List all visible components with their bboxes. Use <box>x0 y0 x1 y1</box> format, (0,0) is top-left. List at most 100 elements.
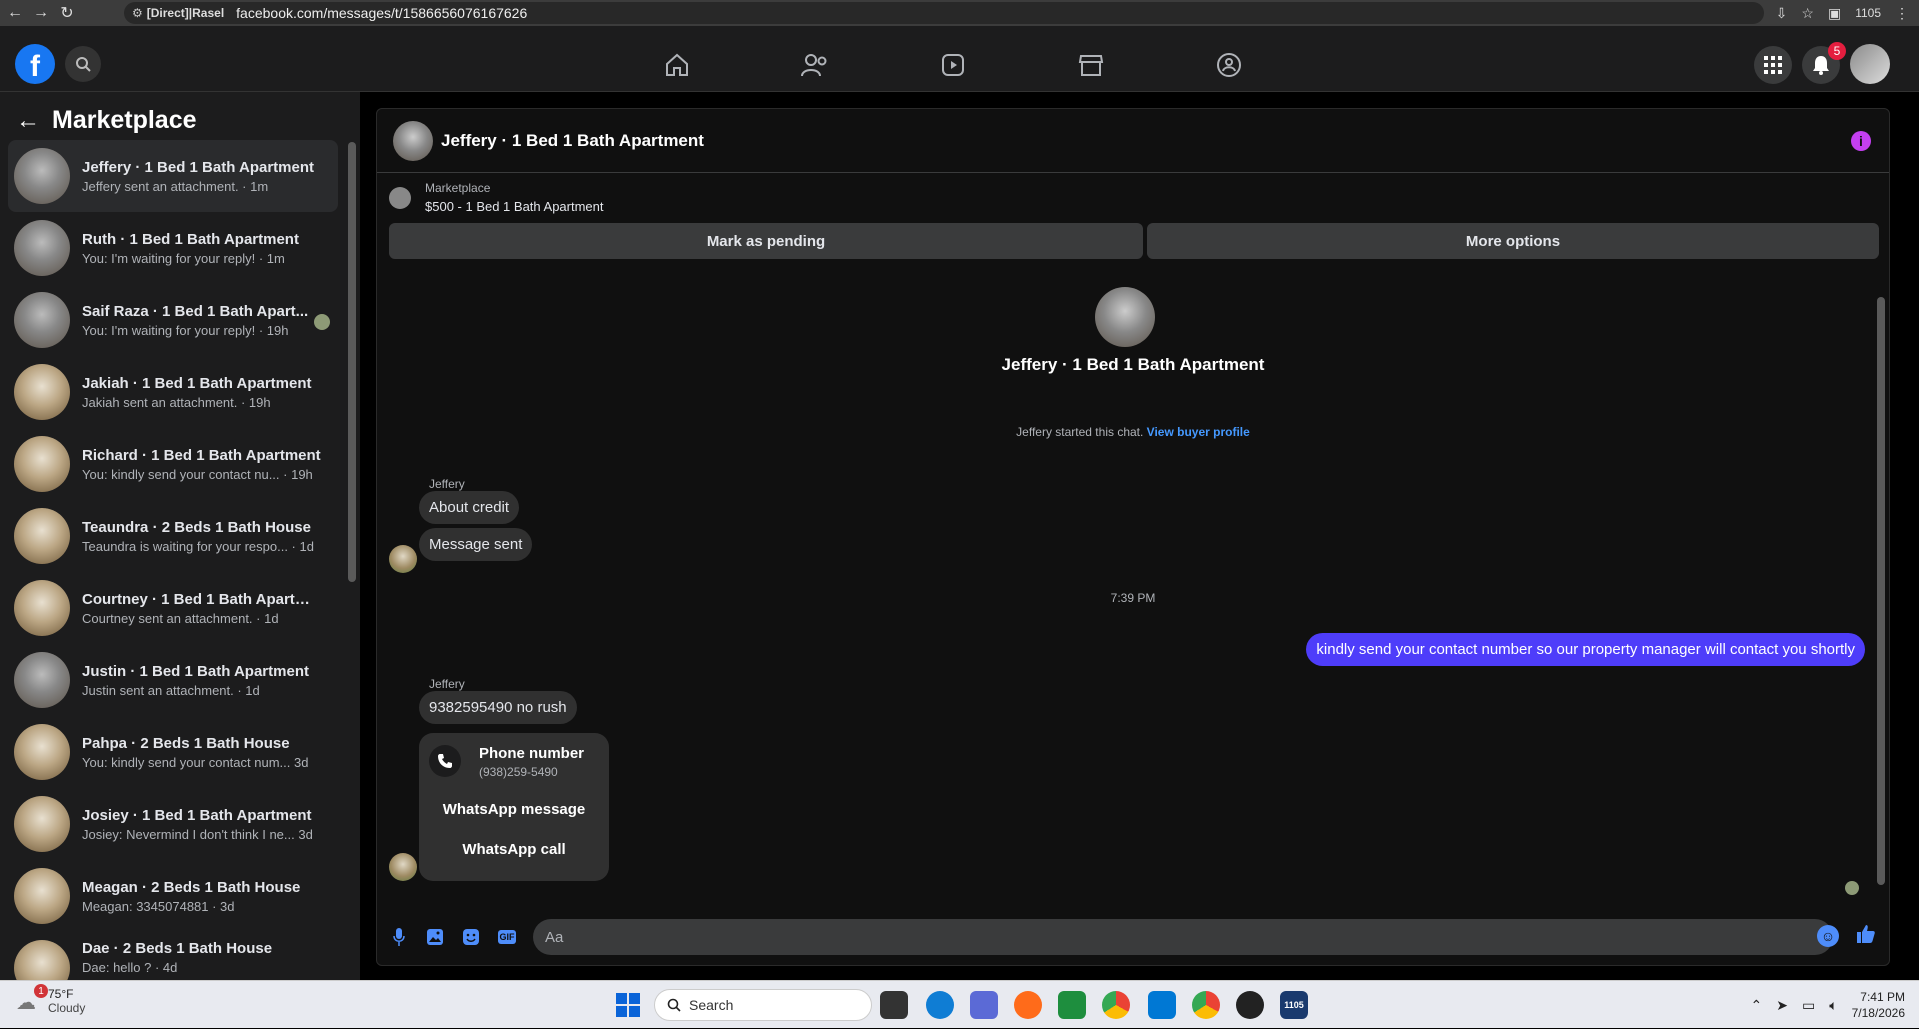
notifications-icon[interactable]: 5 <box>1802 46 1840 84</box>
conversation-item[interactable]: Ruth · 1 Bed 1 Bath ApartmentYou: I'm wa… <box>8 212 338 284</box>
listing-thumbnail <box>14 796 70 852</box>
sender-avatar[interactable] <box>389 545 417 573</box>
incoming-message[interactable]: About credit <box>419 491 519 524</box>
conversation-preview: Justin sent an attachment. · 1d <box>82 683 322 698</box>
info-icon[interactable]: i <box>1851 131 1871 151</box>
listing-thumbnail <box>14 364 70 420</box>
conversation-name: Josiey · 1 Bed 1 Bath Apartment <box>82 807 322 824</box>
listing-thumbnail <box>14 436 70 492</box>
sidebar-scrollbar[interactable] <box>348 142 356 582</box>
conversation-item[interactable]: Dae · 2 Beds 1 Bath HouseDae: hello ? · … <box>8 932 338 982</box>
conversation-item[interactable]: Richard · 1 Bed 1 Bath ApartmentYou: kin… <box>8 428 338 500</box>
account-avatar[interactable] <box>1850 44 1890 84</box>
microphone-icon[interactable] <box>389 927 409 947</box>
sticker-icon[interactable] <box>461 927 481 947</box>
sender-name: Jeffery <box>429 677 465 691</box>
sidebar-header: ← Marketplace <box>16 106 197 135</box>
network-icon[interactable]: ▭ <box>1802 997 1815 1014</box>
listing-thumbnail <box>14 292 70 348</box>
reload-icon[interactable]: ↻ <box>56 2 78 24</box>
listing-thumbnail <box>14 508 70 564</box>
taskbar-search[interactable]: Search <box>654 989 872 1021</box>
facebook-logo-icon[interactable]: f <box>15 44 55 84</box>
conversation-preview: Josiey: Nevermind I don't think I ne... … <box>82 827 322 842</box>
home-icon[interactable] <box>662 50 692 80</box>
tab-search-icon[interactable]: ▣ <box>1828 5 1841 22</box>
weather-badge: 1 <box>34 984 48 998</box>
app-icon[interactable] <box>1236 991 1264 1019</box>
message-input[interactable] <box>533 919 1833 955</box>
bookmark-star-icon[interactable]: ☆ <box>1801 5 1814 22</box>
photo-icon[interactable] <box>425 927 445 947</box>
app-icon[interactable] <box>1148 991 1176 1019</box>
back-arrow-icon[interactable]: ← <box>16 107 40 135</box>
listing-thumbnail <box>14 940 70 982</box>
outgoing-message[interactable]: kindly send your contact number so our p… <box>1306 633 1865 666</box>
thumbs-up-icon[interactable] <box>1855 923 1877 951</box>
view-buyer-profile-link[interactable]: View buyer profile <box>1147 425 1250 439</box>
chrome-profile-icon[interactable] <box>1192 991 1220 1019</box>
conversation-item[interactable]: Josiey · 1 Bed 1 Bath Apartment Josiey: N… <box>8 788 338 860</box>
conversation-item[interactable]: Justin · 1 Bed 1 Bath ApartmentJustin se… <box>8 644 338 716</box>
listing-source: Marketplace <box>425 181 490 195</box>
phone-card-title[interactable]: Phone number <box>479 745 584 762</box>
listing-thumbnail <box>14 580 70 636</box>
sender-avatar[interactable] <box>389 853 417 881</box>
conversation-preview: Jeffery sent an attachment. · 1m <box>82 179 322 194</box>
install-icon[interactable]: ⇩ <box>1776 5 1788 22</box>
conversation-name: Jeffery · 1 Bed 1 Bath Apartment <box>82 159 322 176</box>
marketplace-icon[interactable] <box>1076 50 1106 80</box>
weather-widget[interactable]: ☁1 75°F Cloudy <box>16 987 85 1015</box>
video-icon[interactable] <box>938 50 968 80</box>
seen-avatar <box>314 314 330 330</box>
conversation-item[interactable]: Saif Raza · 1 Bed 1 Bath Apart...You: I'… <box>8 284 338 356</box>
search-icon <box>667 998 681 1012</box>
friends-icon[interactable] <box>800 50 830 80</box>
browser-menu-icon[interactable]: ⋮ <box>1895 5 1909 22</box>
conversation-item[interactable]: Courtney · 1 Bed 1 Bath Apartme...Courtn… <box>8 572 338 644</box>
conversation-item[interactable]: Meagan · 2 Beds 1 Bath HouseMeagan: 3345… <box>8 860 338 932</box>
message-timestamp: 7:39 PM <box>377 591 1889 605</box>
site-settings-icon[interactable]: ⚙ <box>132 6 143 20</box>
emoji-icon[interactable]: ☺ <box>1817 925 1839 947</box>
windows-start-icon[interactable] <box>616 993 640 1017</box>
conversation-preview: Jakiah sent an attachment. · 19h <box>82 395 322 410</box>
conversation-item[interactable]: Teaundra · 2 Beds 1 Bath HouseTeaundra i… <box>8 500 338 572</box>
more-options-button[interactable]: More options <box>1147 223 1879 259</box>
search-icon[interactable] <box>65 46 101 82</box>
gif-icon[interactable]: GIF <box>498 930 516 944</box>
chat-avatar[interactable] <box>393 121 433 161</box>
conversation-preview: Courtney sent an attachment. · 1d <box>82 611 322 626</box>
chevron-up-icon[interactable]: ⌃ <box>1751 997 1763 1014</box>
clock[interactable]: 7:41 PM 7/18/2026 <box>1852 989 1905 1021</box>
address-bar[interactable]: ⚙ [Direct]|Rasel facebook.com/messages/t… <box>124 2 1764 24</box>
location-icon[interactable]: ➤ <box>1776 997 1788 1014</box>
volume-icon[interactable]: 🔈︎ <box>1829 997 1837 1014</box>
forward-icon[interactable]: → <box>30 2 52 24</box>
phone-icon <box>429 745 461 777</box>
app-counter-icon[interactable]: 1105 <box>1280 991 1308 1019</box>
edge-browser-icon[interactable] <box>926 991 954 1019</box>
groups-icon[interactable] <box>1214 50 1244 80</box>
back-icon[interactable]: ← <box>4 2 26 24</box>
spreadsheet-icon[interactable] <box>1058 991 1086 1019</box>
browser-actions: ⇩ ☆ ▣ 1105 ⋮ <box>1776 0 1909 26</box>
chat-title[interactable]: Jeffery · 1 Bed 1 Bath Apartment <box>441 131 704 151</box>
conversation-item[interactable]: Pahpa · 2 Beds 1 Bath HouseYou: kindly s… <box>8 716 338 788</box>
firefox-icon[interactable] <box>1014 991 1042 1019</box>
listing-thumbnail <box>14 652 70 708</box>
extension-counter[interactable]: 1105 <box>1855 6 1881 20</box>
incoming-message[interactable]: Message sent <box>419 528 532 561</box>
url-text[interactable]: facebook.com/messages/t/1586656076167626 <box>236 5 527 21</box>
incoming-message[interactable]: 9382595490 no rush <box>419 691 577 724</box>
snipping-tool-icon[interactable] <box>970 991 998 1019</box>
mark-pending-button[interactable]: Mark as pending <box>389 223 1143 259</box>
conversation-item[interactable]: Jakiah · 1 Bed 1 Bath ApartmentJakiah se… <box>8 356 338 428</box>
clock-date: 7/18/2026 <box>1852 1005 1905 1021</box>
chrome-icon[interactable] <box>1102 991 1130 1019</box>
whatsapp-message-button[interactable]: WhatsApp message <box>419 801 609 818</box>
task-view-icon[interactable] <box>880 991 908 1019</box>
whatsapp-call-button[interactable]: WhatsApp call <box>419 841 609 858</box>
conversation-item[interactable]: Jeffery · 1 Bed 1 Bath Apartment Jeffery … <box>8 140 338 212</box>
apps-menu-icon[interactable] <box>1754 46 1792 84</box>
